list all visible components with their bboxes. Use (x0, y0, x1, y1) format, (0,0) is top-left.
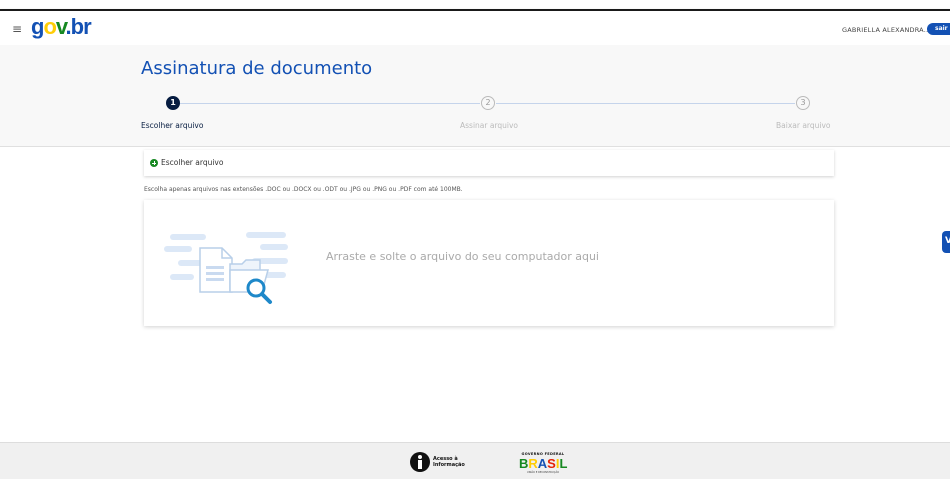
file-search-illustration (164, 232, 288, 304)
acesso-line2: Informação (433, 462, 465, 468)
side-feedback-tab[interactable]: V (942, 231, 950, 253)
plus-circle-icon (150, 159, 158, 167)
step-connector (496, 103, 795, 104)
footer: Acesso à Informação GOVERNO FEDERAL BRASI… (0, 442, 950, 479)
file-extensions-hint: Escolha apenas arquivos nas extensões .D… (144, 186, 463, 193)
acesso-informacao-link[interactable]: Acesso à Informação (410, 452, 470, 474)
choose-file-button[interactable]: Escolher arquivo (144, 150, 834, 176)
hamburger-icon[interactable]: ≡ (12, 23, 22, 35)
side-tab-label: V (945, 236, 950, 246)
step-2-label: Assinar arquivo (460, 121, 519, 130)
file-dropzone[interactable]: Arraste e solte o arquivo do seu computa… (144, 200, 834, 326)
acesso-informacao-text: Acesso à Informação (433, 456, 465, 468)
logout-button[interactable]: sair (927, 23, 950, 35)
brasil-wordmark: BRASIL (519, 456, 568, 471)
step-2-indicator: 2 (481, 96, 495, 110)
top-header: ≡ gov.br GABRIELLA ALEXANDRA... sair (0, 9, 950, 45)
governo-federal-logo[interactable]: GOVERNO FEDERAL BRASIL UNIÃO E RECONSTRU… (519, 452, 567, 476)
user-name[interactable]: GABRIELLA ALEXANDRA... (842, 26, 931, 34)
govbr-logo[interactable]: gov.br (31, 16, 92, 38)
step-3-indicator: 3 (796, 96, 810, 110)
step-1-label: Escolher arquivo (141, 121, 204, 130)
uniao-reconstrucao-label: UNIÃO E RECONSTRUÇÃO (526, 471, 560, 474)
step-1-indicator: 1 (166, 96, 180, 110)
choose-file-label: Escolher arquivo (161, 158, 224, 167)
info-icon (410, 452, 430, 472)
page-title: Assinatura de documento (141, 58, 373, 79)
step-3-label: Baixar arquivo (776, 121, 831, 130)
page-hero: Assinatura de documento 1 2 3 Escolher a… (0, 45, 950, 147)
dropzone-text: Arraste e solte o arquivo do seu computa… (326, 250, 599, 263)
step-connector (180, 103, 480, 104)
